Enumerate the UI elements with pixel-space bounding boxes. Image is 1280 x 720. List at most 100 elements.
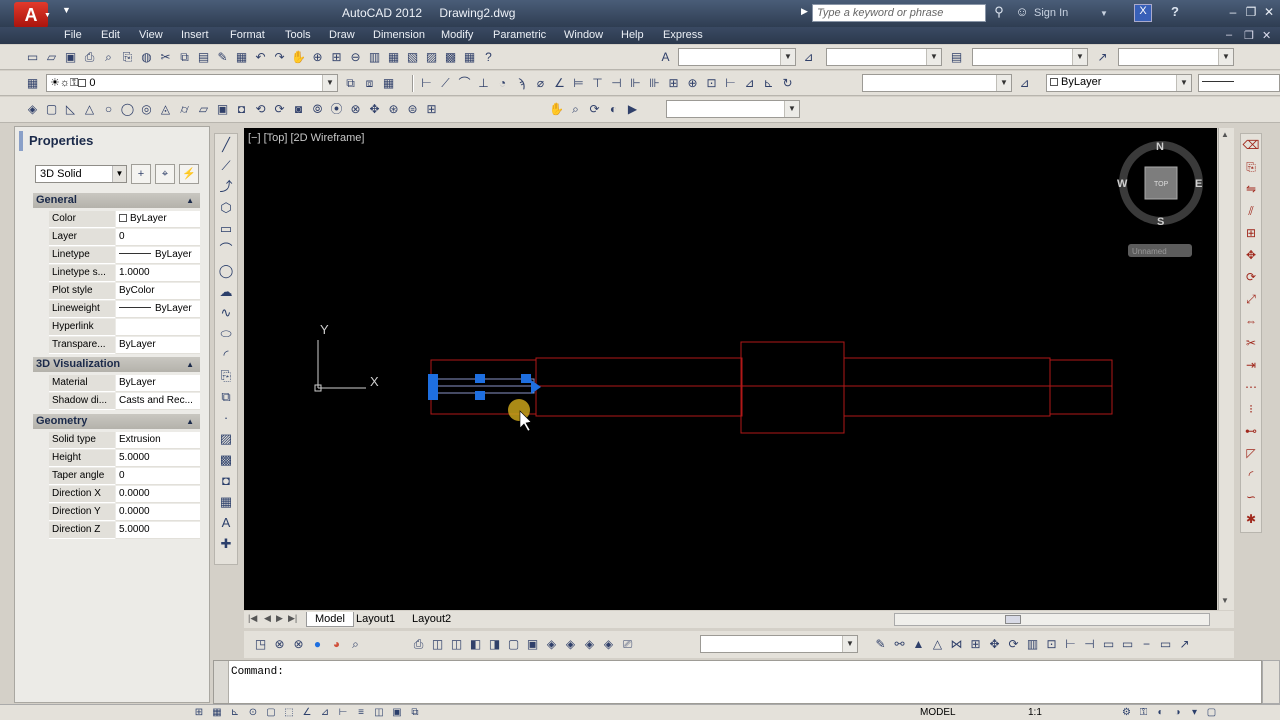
prop-row[interactable]: Layer 0 [49,229,200,247]
bottom-view-icon[interactable]: ◫ [448,636,465,653]
restore-button[interactable]: ❐ [1244,5,1258,19]
tab-layout1[interactable]: Layout1 [348,612,403,627]
selection-cycling-icon[interactable]: ⧉ [406,705,424,720]
extrude-icon[interactable]: ▣ [214,101,231,118]
vs-manager-icon[interactable]: ⌕ [347,636,364,653]
rect-tool-icon[interactable]: ▭ [1100,636,1117,653]
pan-nav-icon[interactable]: ✋ [548,101,565,118]
menu-file[interactable]: File [64,29,82,41]
category-general[interactable]: General ▲ [33,193,200,208]
lock-ui-icon[interactable]: ⚿ [1135,705,1152,720]
inspect-icon[interactable]: ⊡ [703,75,720,92]
quickcalc-icon[interactable]: ▦ [461,49,478,66]
3d-move-icon[interactable]: ✥ [366,101,383,118]
scale-icon[interactable]: ⤢ [1241,288,1261,310]
undo-icon[interactable]: ↶ [252,49,269,66]
intersect-icon[interactable]: ⊗ [347,101,364,118]
dim-style-icon[interactable]: ⊿ [800,49,817,66]
tool-palettes-icon[interactable]: ▧ [404,49,421,66]
plot-icon[interactable]: ⎙ [81,49,98,66]
prop-row[interactable]: Solid type Extrusion [49,432,200,450]
menu-tools[interactable]: Tools [285,29,311,41]
menu-draw[interactable]: Draw [329,29,355,41]
menu-dimension[interactable]: Dimension [373,29,425,41]
visual-styles-icon[interactable]: ◳ [252,636,269,653]
new-icon[interactable]: ▭ [24,49,41,66]
make-current-layer-icon[interactable]: ⧉ [342,75,359,92]
collapse-icon[interactable]: ▲ [186,414,194,429]
dynamic-input-icon[interactable]: ⊢ [334,705,352,720]
paste-icon[interactable]: ▤ [195,49,212,66]
minus-icon[interactable]: − [1138,636,1155,653]
prop-row[interactable]: Direction X 0.0000 [49,486,200,504]
viewcube[interactable]: TOP N S E W Unnamed [1117,141,1203,257]
dim-line-2-icon[interactable]: ⊣ [1081,636,1098,653]
dimension-style-icon[interactable]: ⊿ [1016,75,1033,92]
collapse-icon[interactable]: ▲ [186,357,194,372]
viewcube-west[interactable]: W [1117,178,1128,190]
tab-layout2[interactable]: Layout2 [404,612,459,627]
quick-properties-icon[interactable]: ▣ [388,705,406,720]
3d-wireframe-icon[interactable]: ⊗ [290,636,307,653]
move-icon[interactable]: ✥ [1241,244,1261,266]
trim-icon[interactable]: ✂ [1241,332,1261,354]
save-icon[interactable]: ▣ [62,49,79,66]
realistic-icon[interactable]: ● [309,636,326,653]
status-menu-icon[interactable]: ▾ [1186,705,1203,720]
ortho-mode-icon[interactable]: ⊾ [226,705,244,720]
chamfer-icon[interactable]: ◸ [1241,442,1261,464]
hardware-acceleration-icon[interactable]: ◐ [1152,705,1169,720]
search-input[interactable]: Type a keyword or phrase [812,4,986,22]
steering-wheel-icon[interactable]: ◐ [605,101,622,118]
properties-2-icon[interactable]: ▥ [1024,636,1041,653]
quick-dim-icon[interactable]: ⊨ [570,75,587,92]
radius-icon[interactable]: ◔ [494,75,511,92]
union-icon[interactable]: ⦾ [309,101,326,118]
circle-icon[interactable]: ◯ [215,260,237,281]
ellipse-arc-icon[interactable]: ◜ [215,344,237,365]
cut-icon[interactable]: ✂ [157,49,174,66]
2d-wireframe-icon[interactable]: ⊗ [271,636,288,653]
revision-cloud-icon[interactable]: ☁ [215,281,237,302]
prop-row[interactable]: Hyperlink [49,319,200,337]
prop-row[interactable]: Material ByLayer [49,375,200,393]
grip[interactable] [475,374,485,383]
layer-states-icon[interactable]: ▦ [380,75,397,92]
sign-in-caret-icon[interactable]: ▼ [1100,9,1108,18]
color-select[interactable]: ByLayer ▼ [1046,74,1192,92]
menu-edit[interactable]: Edit [101,29,120,41]
insert-block-icon[interactable]: ⎘ [215,365,237,386]
dim-line-icon[interactable]: ⊢ [1062,636,1079,653]
prop-row[interactable]: Height 5.0000 [49,450,200,468]
erase-icon[interactable]: ⌫ [1241,134,1261,156]
back-view-icon[interactable]: ▣ [524,636,541,653]
match-properties-icon[interactable]: ✎ [214,49,231,66]
polygon-icon[interactable]: ⬡ [215,197,237,218]
blend-icon[interactable]: ∽ [1241,486,1261,508]
viewcube-north[interactable]: N [1156,141,1164,153]
arc-length-icon[interactable]: ⌒ [456,75,473,92]
horizontal-scrollbar[interactable] [894,613,1210,626]
text-style-icon[interactable]: A [657,49,674,66]
3d-dwf-icon[interactable]: ◍ [138,49,155,66]
menu-window[interactable]: Window [564,29,603,41]
grip[interactable] [475,391,485,400]
showmotion-icon[interactable]: ▶ [624,101,641,118]
select-objects-button[interactable]: ⌖ [155,164,175,184]
table-style-icon[interactable]: ▤ [948,49,965,66]
cylinder-icon[interactable]: ◯ [119,101,136,118]
shaft-collar[interactable] [740,341,845,434]
markup-icon[interactable]: ▩ [442,49,459,66]
mirror-icon[interactable]: ⇋ [1241,178,1261,200]
revolve-icon[interactable]: ⟳ [271,101,288,118]
break-icon[interactable]: ⊪ [646,75,663,92]
move-3d-icon[interactable]: ✥ [986,636,1003,653]
pyramid-icon[interactable]: ◬ [157,101,174,118]
search-expand-icon[interactable]: ▶ [801,6,808,17]
break-icon[interactable]: ⁝ [1241,398,1261,420]
subtract-icon[interactable]: ⦿ [328,101,345,118]
open-icon[interactable]: ▱ [43,49,60,66]
dim-style-select[interactable]: ▼ [826,48,942,66]
zoom-realtime-icon[interactable]: ⊕ [309,49,326,66]
rotate-icon[interactable]: ⟳ [1241,266,1261,288]
